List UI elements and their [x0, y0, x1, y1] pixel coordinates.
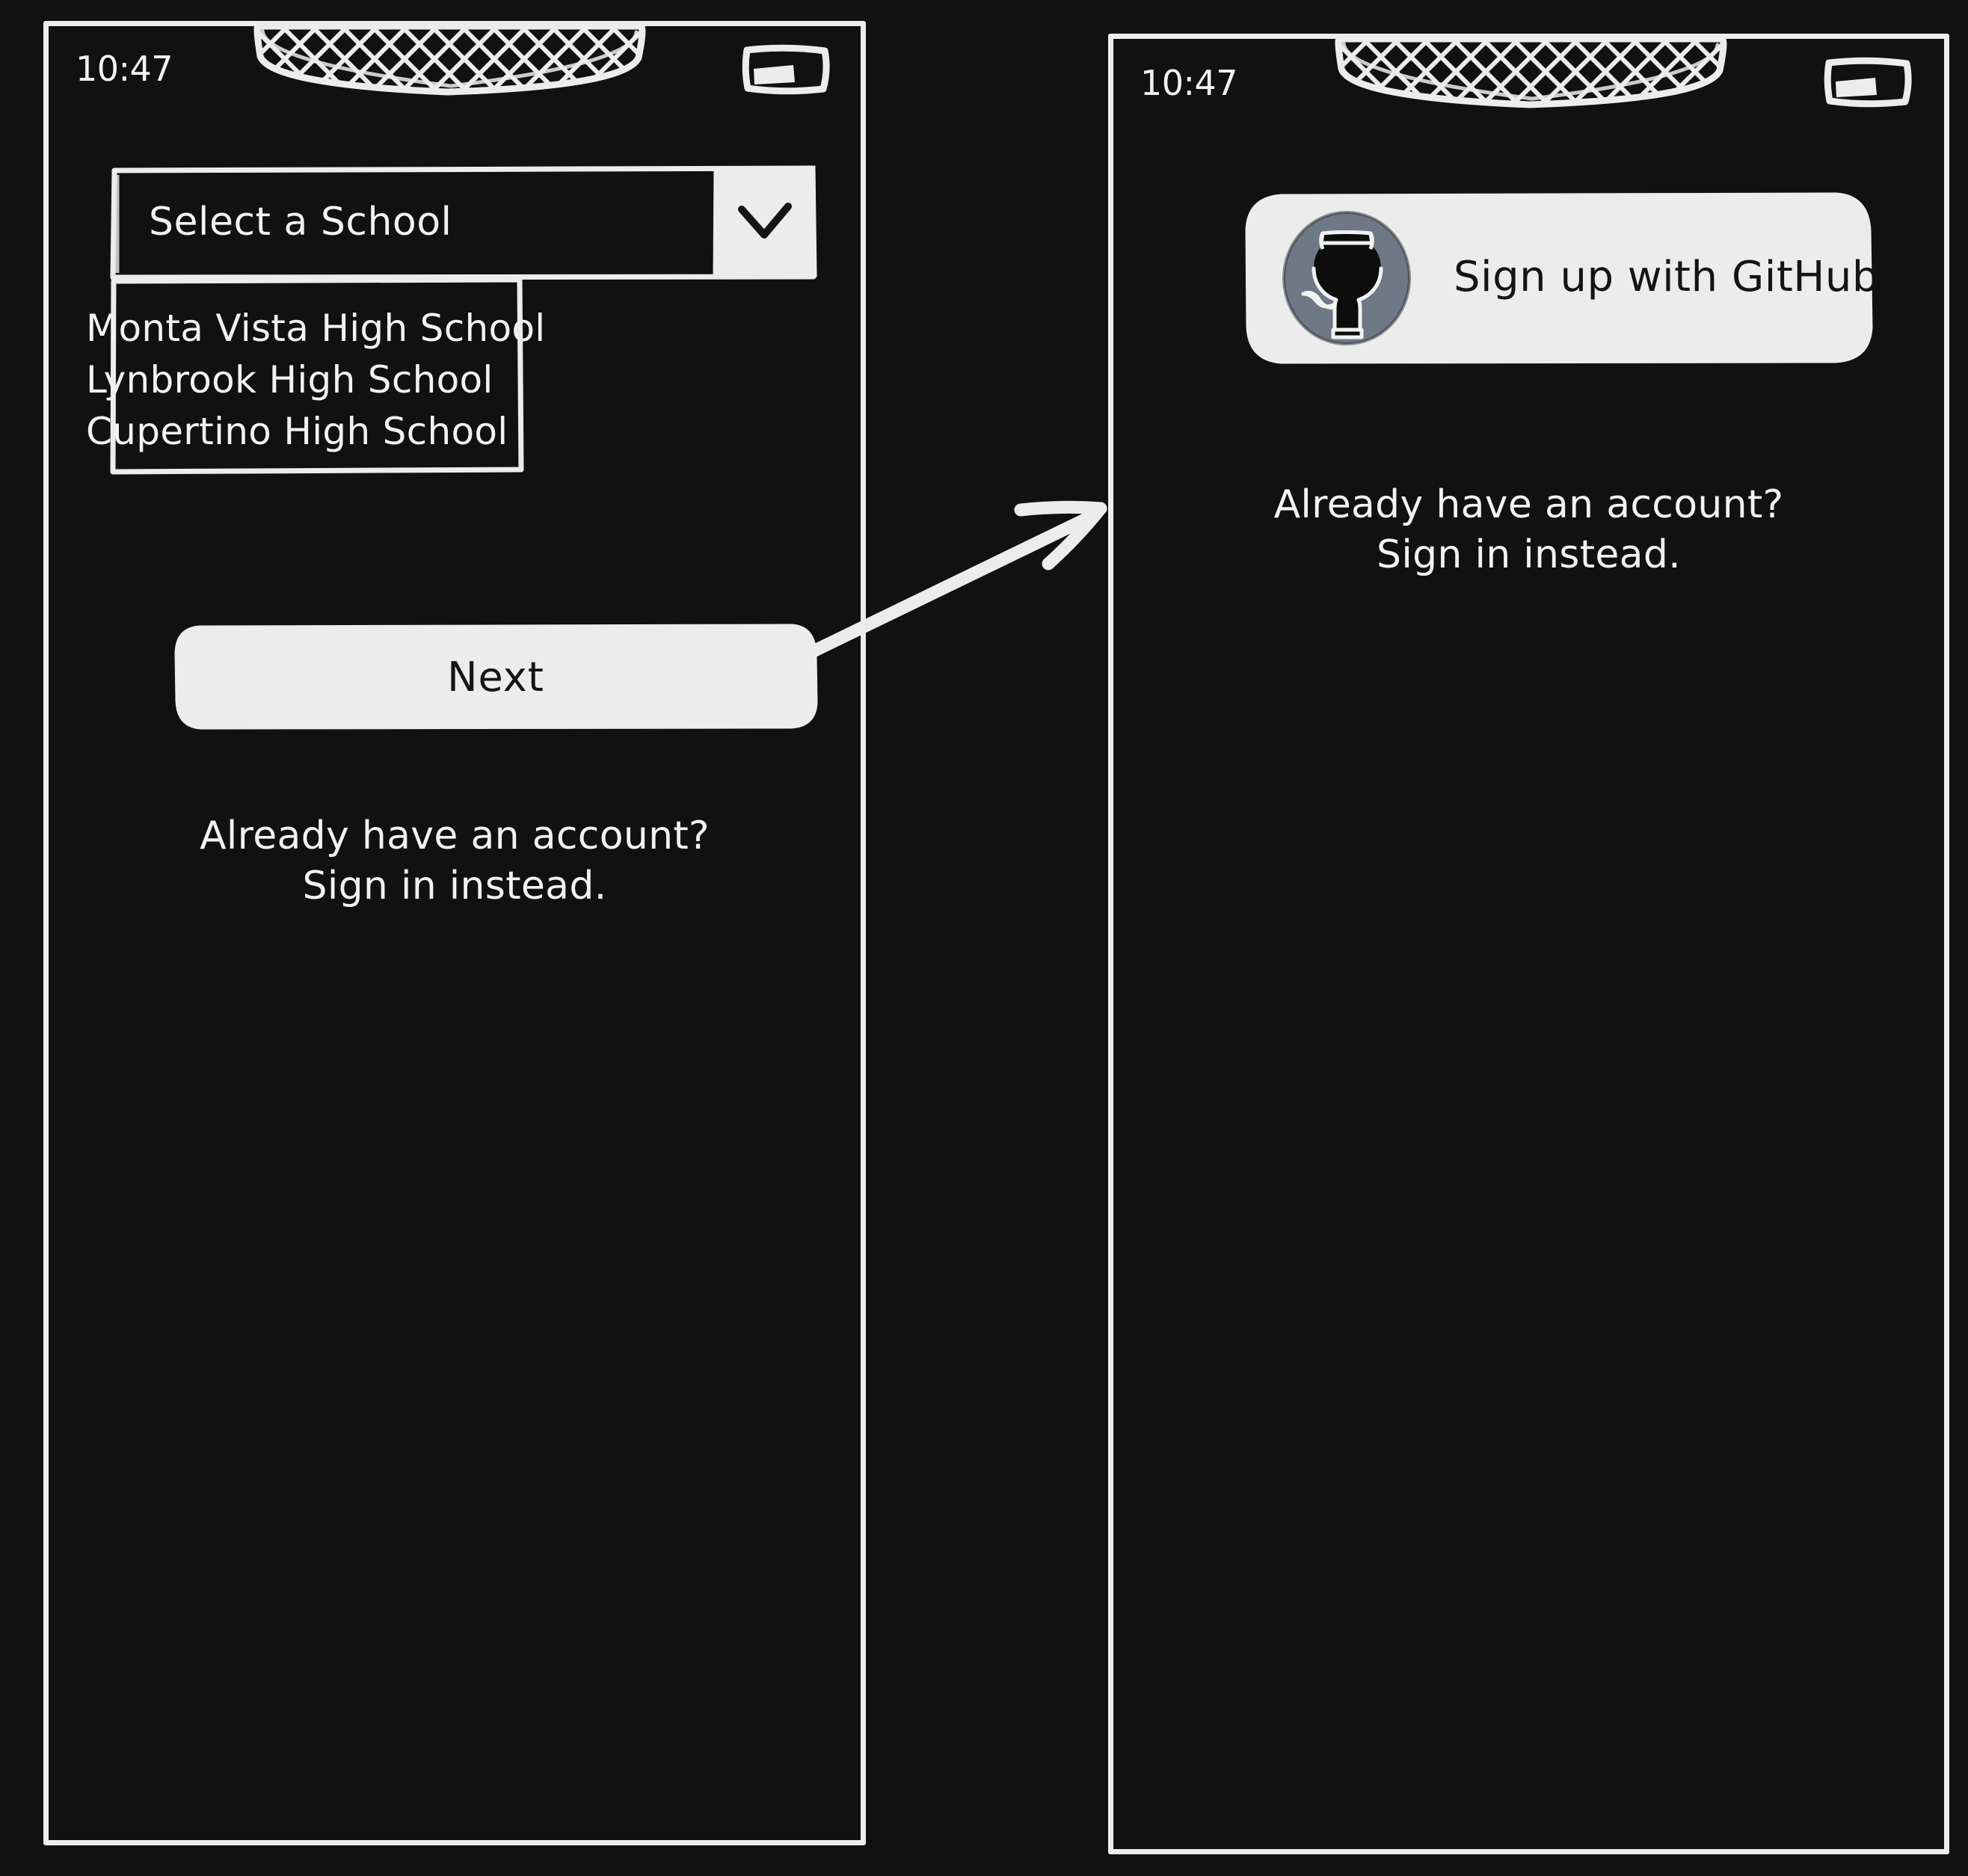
phone-screen-github-signup: 10:47 Sign up with GitHub Already have a…	[1113, 35, 1944, 1849]
list-item[interactable]: Monta Vista High School	[86, 307, 545, 350]
github-octocat-icon	[1278, 209, 1416, 347]
signin-instead-text[interactable]: Already have an account? Sign in instead…	[1113, 480, 1944, 579]
battery-icon	[1823, 55, 1913, 109]
github-signup-button[interactable]: Sign up with GitHub	[1244, 192, 1878, 364]
phone-frame-github-signup: 10:47 Sign up with GitHub Already have a…	[1108, 34, 1949, 1854]
list-item[interactable]: Cupertino High School	[86, 410, 508, 453]
battery-icon	[741, 43, 831, 96]
school-select-field[interactable]: Select a School	[110, 165, 817, 280]
signin-line-2: Sign in instead.	[1377, 532, 1681, 577]
next-button-label: Next	[447, 653, 544, 701]
status-bar-time: 10:47	[76, 49, 173, 89]
status-bar-time: 10:47	[1140, 63, 1238, 103]
signin-line-1: Already have an account?	[200, 814, 710, 858]
phone-screen-school-select: 10:47 Select a School Monta Vista High S…	[49, 22, 861, 1840]
signin-instead-text[interactable]: Already have an account? Sign in instead…	[49, 811, 861, 911]
chevron-down-icon[interactable]	[712, 165, 817, 279]
notch-hatched-icon	[253, 22, 646, 104]
signin-line-1: Already have an account?	[1273, 482, 1784, 527]
list-item[interactable]: Lynbrook High School	[86, 358, 493, 402]
signin-line-2: Sign in instead.	[302, 863, 607, 908]
phone-frame-school-select: 10:47 Select a School Monta Vista High S…	[43, 21, 866, 1845]
wireframe-canvas: 10:47 Select a School Monta Vista High S…	[0, 0, 1968, 1876]
github-signup-label: Sign up with GitHub	[1454, 253, 1879, 302]
select-value-text: Select a School	[149, 199, 452, 245]
notch-hatched-icon	[1335, 34, 1727, 117]
next-button[interactable]: Next	[174, 624, 818, 730]
